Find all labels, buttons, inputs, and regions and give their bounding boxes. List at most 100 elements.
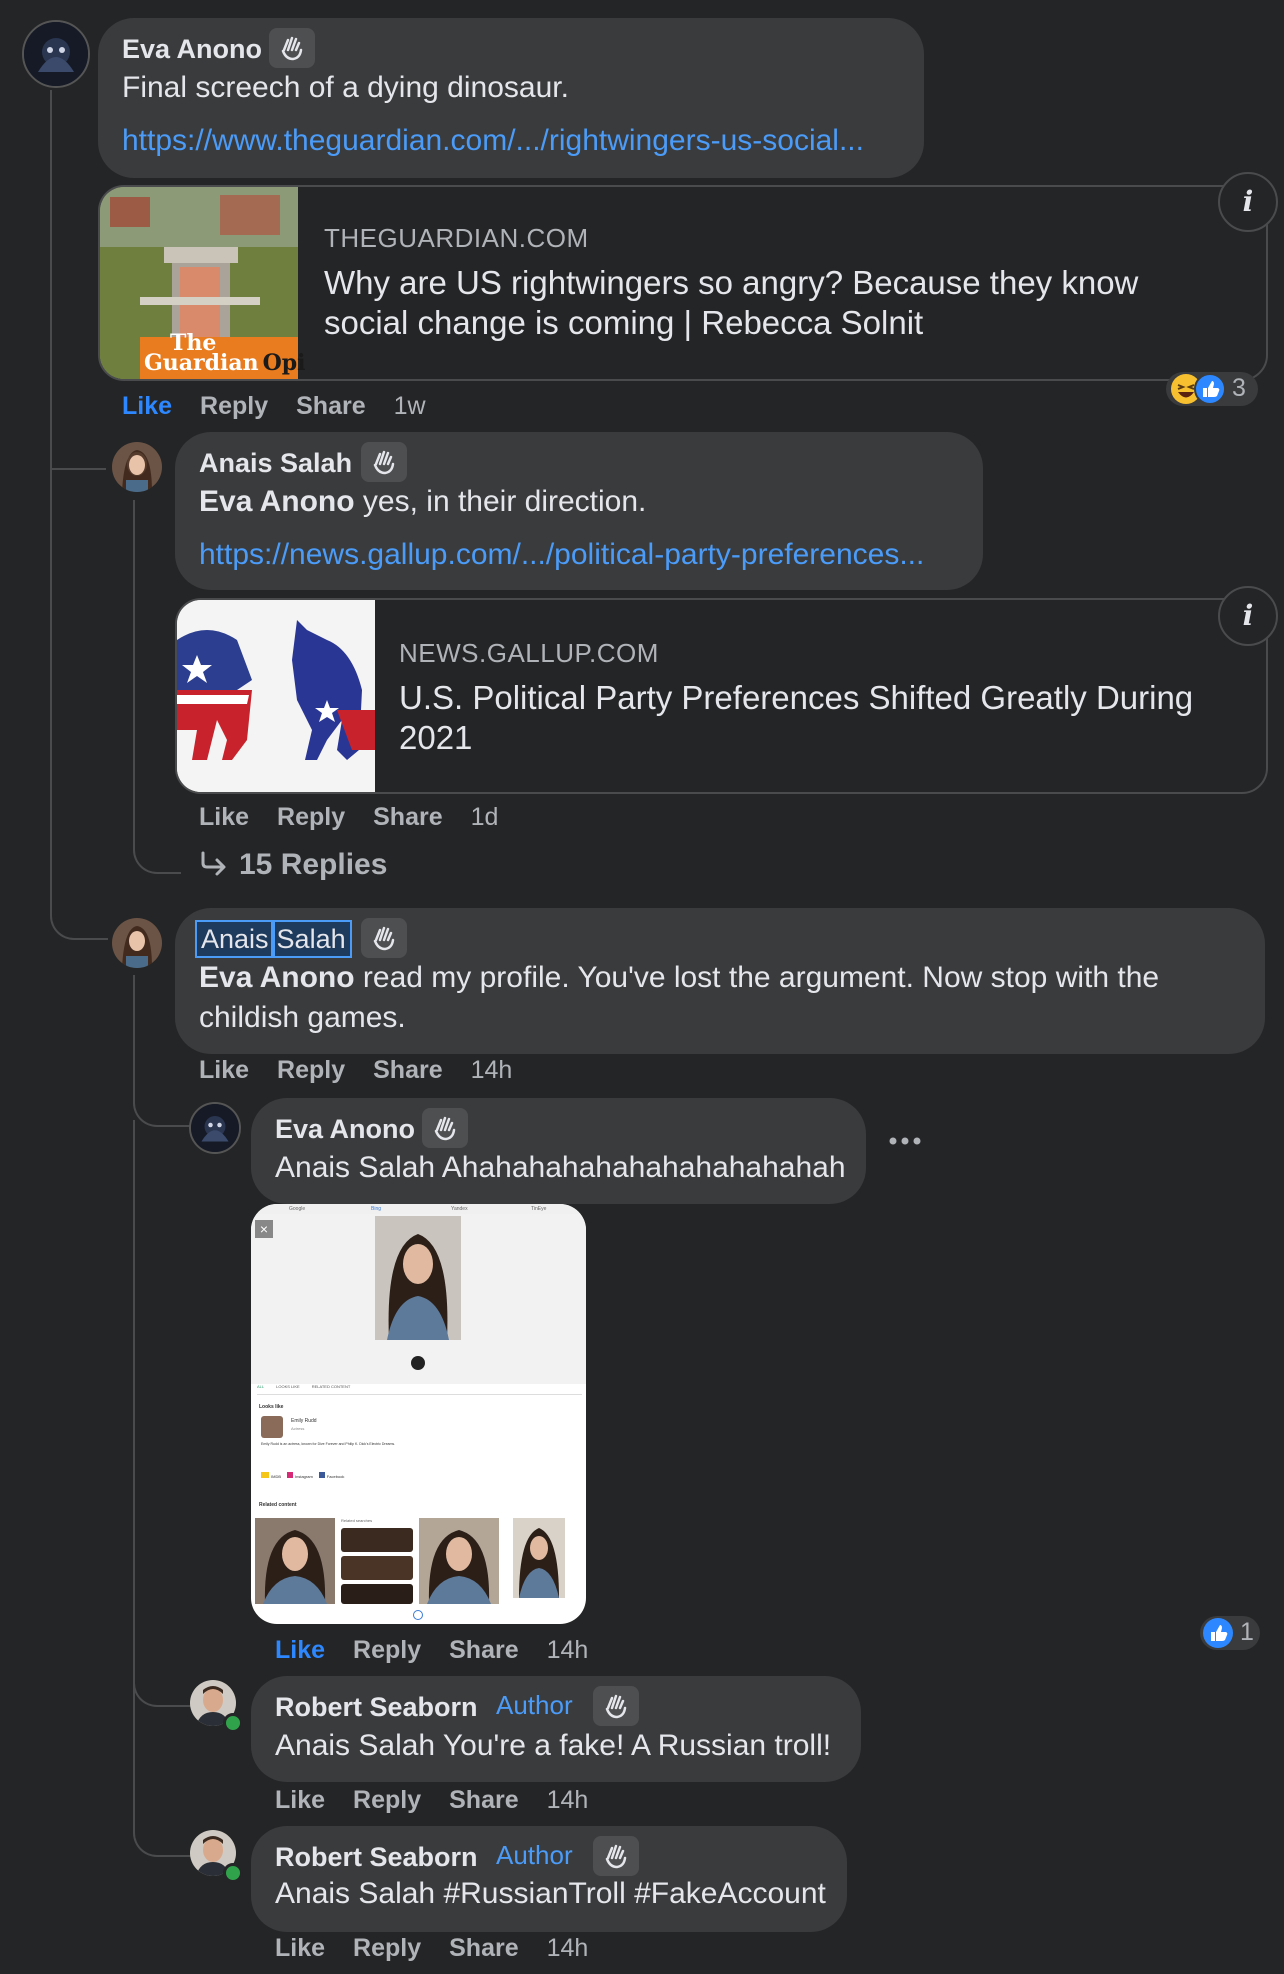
like-button[interactable]: Like bbox=[199, 803, 249, 831]
comment-link[interactable]: https://www.theguardian.com/.../rightwin… bbox=[122, 124, 864, 158]
share-button[interactable]: Share bbox=[449, 1786, 518, 1814]
comment-timestamp[interactable]: 1d bbox=[471, 803, 499, 831]
selected-text[interactable]: Salah bbox=[270, 920, 352, 958]
comment-link[interactable]: https://news.gallup.com/.../political-pa… bbox=[199, 538, 924, 572]
reactions-summary[interactable]: 3 bbox=[1166, 372, 1258, 406]
comment-actions: Like Reply Share 14h bbox=[199, 1056, 540, 1085]
more-options-icon[interactable] bbox=[888, 1134, 922, 1148]
like-button[interactable]: Like bbox=[199, 1056, 249, 1084]
avatar[interactable] bbox=[112, 442, 162, 492]
avatar[interactable] bbox=[189, 1102, 241, 1154]
link-preview-domain: NEWS.GALLUP.COM bbox=[399, 638, 659, 668]
reactions-summary[interactable]: 1 bbox=[1200, 1616, 1260, 1650]
avatar[interactable] bbox=[22, 20, 90, 88]
screenshot-tab: Google bbox=[289, 1206, 306, 1212]
thread-line bbox=[133, 1120, 191, 1857]
screenshot-subtab: ALL bbox=[257, 1384, 265, 1389]
share-button[interactable]: Share bbox=[449, 1934, 518, 1962]
wave-icon[interactable] bbox=[361, 442, 407, 482]
screenshot-looks-like: Looks like bbox=[259, 1404, 284, 1410]
wave-icon[interactable] bbox=[593, 1686, 639, 1726]
screenshot-link: Instagram bbox=[295, 1474, 313, 1479]
reply-button[interactable]: Reply bbox=[277, 803, 345, 831]
screenshot-subtabs: ALL LOOKS LIKE RELATED CONTENT bbox=[257, 1384, 582, 1395]
screenshot-person-role: Actress bbox=[291, 1426, 305, 1431]
view-replies-link[interactable]: 15 Replies bbox=[199, 848, 387, 882]
comment-author[interactable]: Anais Salah bbox=[199, 448, 352, 479]
reply-button[interactable]: Reply bbox=[353, 1786, 421, 1814]
comment-text-line: Eva Anono read my profile. You've lost t… bbox=[199, 958, 1159, 998]
comment-actions: Like Reply Share 1d bbox=[199, 803, 526, 832]
info-icon[interactable]: i bbox=[1218, 586, 1278, 646]
mention[interactable]: Eva Anono bbox=[199, 485, 355, 518]
wave-icon[interactable] bbox=[422, 1108, 468, 1148]
link-preview-card[interactable]: The Guardian Opi THEGUARDIAN.COM Why are … bbox=[98, 185, 1268, 381]
author-badge: Author bbox=[496, 1840, 573, 1870]
link-preview-domain: THEGUARDIAN.COM bbox=[324, 223, 589, 253]
like-button[interactable]: Like bbox=[275, 1786, 325, 1814]
wave-icon[interactable] bbox=[593, 1836, 639, 1876]
comment-author[interactable]: Robert Seaborn bbox=[275, 1842, 478, 1873]
reaction-count: 3 bbox=[1232, 374, 1246, 402]
thread-line bbox=[50, 420, 106, 470]
screenshot-tab: TinEye bbox=[531, 1206, 547, 1212]
info-icon[interactable]: i bbox=[1218, 172, 1278, 232]
screenshot-link: IMDB bbox=[271, 1474, 281, 1479]
comment-text: Final screech of a dying dinosaur. bbox=[122, 71, 569, 104]
share-button[interactable]: Share bbox=[373, 803, 442, 831]
reaction-count: 1 bbox=[1240, 1618, 1254, 1646]
screenshot-related-img bbox=[255, 1518, 335, 1604]
like-reaction-icon bbox=[1194, 373, 1226, 405]
screenshot-related-label: Related content bbox=[259, 1502, 297, 1508]
share-button[interactable]: Share bbox=[373, 1056, 442, 1084]
reply-button[interactable]: Reply bbox=[353, 1636, 421, 1664]
attached-image[interactable]: Google Bing Yandex TinEye × ALL LOOKS LIK… bbox=[251, 1204, 586, 1624]
link-preview-title-line: 2021 bbox=[399, 719, 473, 756]
comment-timestamp[interactable]: 14h bbox=[547, 1636, 589, 1664]
comment-author[interactable]: Eva Anono bbox=[275, 1114, 415, 1145]
screenshot-subtab: LOOKS LIKE bbox=[276, 1384, 300, 1389]
comment-timestamp[interactable]: 14h bbox=[547, 1786, 589, 1814]
share-button[interactable]: Share bbox=[296, 392, 365, 420]
screenshot-links: IMDB Instagram Facebook bbox=[261, 1472, 344, 1479]
like-button[interactable]: Like bbox=[275, 1636, 325, 1664]
comment-author[interactable]: Eva Anono bbox=[122, 34, 262, 65]
reply-button[interactable]: Reply bbox=[200, 392, 268, 420]
selected-text[interactable]: Anais bbox=[195, 920, 275, 958]
comment-text: Eva Anono yes, in their direction. bbox=[199, 482, 646, 522]
wave-icon[interactable] bbox=[269, 28, 315, 68]
comment-actions: Like Reply Share 14h bbox=[275, 1636, 616, 1665]
thread-line bbox=[133, 500, 181, 874]
replies-count[interactable]: 15 Replies bbox=[239, 848, 387, 881]
thumbnail-brand: The Guardian Opi bbox=[144, 332, 306, 374]
like-reaction-icon bbox=[1203, 1618, 1233, 1648]
online-status-dot bbox=[223, 1863, 243, 1883]
share-button[interactable]: Share bbox=[449, 1636, 518, 1664]
screenshot-tab: Yandex bbox=[451, 1206, 468, 1212]
screenshot-related-searches: Related searches bbox=[341, 1518, 373, 1523]
mention[interactable]: Eva Anono bbox=[199, 961, 355, 994]
screenshot-search-chip bbox=[341, 1528, 413, 1552]
camera-icon bbox=[411, 1356, 425, 1370]
link-preview-card[interactable]: NEWS.GALLUP.COM U.S. Political Party Pre… bbox=[175, 598, 1268, 794]
link-preview-thumbnail: The Guardian Opi bbox=[100, 187, 306, 379]
comment-author[interactable]: Anais Salah bbox=[195, 920, 352, 958]
wave-icon[interactable] bbox=[361, 918, 407, 958]
comment-timestamp[interactable]: 1w bbox=[394, 392, 426, 420]
screenshot-link: Facebook bbox=[326, 1474, 345, 1479]
comment-text: Anais Salah #RussianTroll #FakeAccount bbox=[275, 1877, 826, 1910]
screenshot-bottom-icon bbox=[413, 1610, 423, 1620]
comment-actions: Like Reply Share 14h bbox=[275, 1934, 616, 1963]
reply-button[interactable]: Reply bbox=[277, 1056, 345, 1084]
comment-text: Eva Anono read my profile. You've lost t… bbox=[199, 958, 1159, 1038]
link-preview-title-line: social change is coming | Rebecca Solnit bbox=[324, 304, 924, 341]
link-preview-thumbnail bbox=[177, 600, 375, 792]
online-status-dot bbox=[223, 1713, 243, 1733]
reply-button[interactable]: Reply bbox=[353, 1934, 421, 1962]
comment-timestamp[interactable]: 14h bbox=[471, 1056, 513, 1084]
like-button[interactable]: Like bbox=[275, 1934, 325, 1962]
like-button[interactable]: Like bbox=[122, 392, 172, 420]
avatar[interactable] bbox=[112, 918, 162, 968]
comment-timestamp[interactable]: 14h bbox=[547, 1934, 589, 1962]
comment-author[interactable]: Robert Seaborn bbox=[275, 1692, 478, 1723]
